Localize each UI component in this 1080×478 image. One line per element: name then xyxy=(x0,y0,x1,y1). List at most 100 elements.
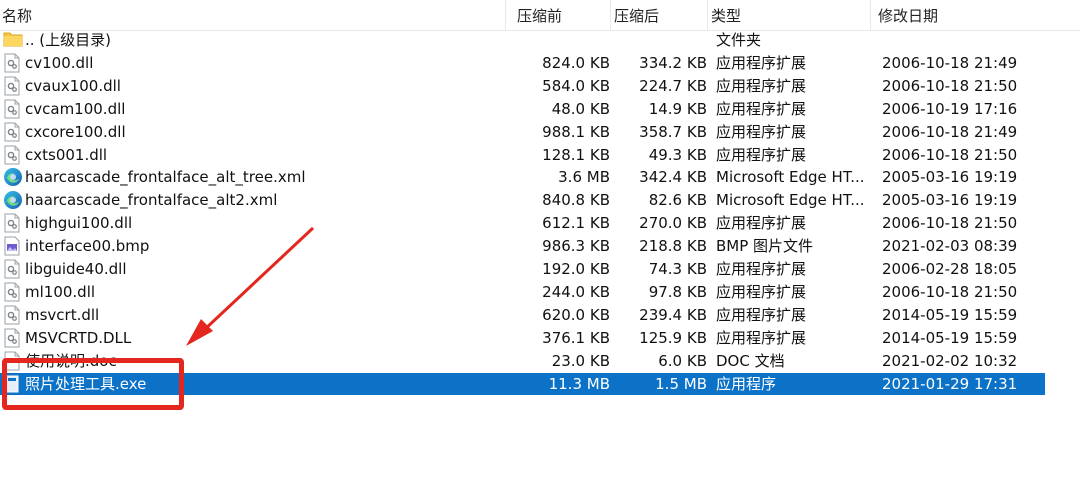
file-modified-date: 2021-02-02 10:32 xyxy=(882,351,1018,370)
column-header-zipped[interactable]: 压缩后 xyxy=(614,5,659,26)
file-size-zipped: 6.0 KB xyxy=(658,351,707,370)
image-file-icon xyxy=(3,236,21,256)
file-size-compressed: 584.0 KB xyxy=(542,76,610,95)
file-row[interactable]: msvcrt.dll 620.0 KB 239.4 KB 应用程序扩展 2014-05-… xyxy=(0,304,1045,326)
file-type: 应用程序扩展 xyxy=(716,122,807,141)
file-type: 应用程序扩展 xyxy=(716,305,807,324)
file-name: cxts001.dll xyxy=(25,145,108,164)
file-row[interactable]: haarcascade_frontalface_alt2.xml 840.8 KB… xyxy=(0,189,1045,211)
file-row[interactable]: highgui100.dll 612.1 KB 270.0 KB 应用程序扩展 2006… xyxy=(0,212,1045,234)
file-modified-date: 2006-10-18 21:49 xyxy=(882,53,1018,72)
file-modified-date: 2006-10-18 21:49 xyxy=(882,122,1018,141)
dll-file-icon xyxy=(3,145,21,165)
file-type: Microsoft Edge HT... xyxy=(716,191,865,210)
folder-icon xyxy=(3,30,23,50)
column-header-compressed[interactable]: 压缩前 xyxy=(517,5,562,26)
file-row[interactable]: haarcascade_frontalface_alt_tree.xml 3.6 … xyxy=(0,166,1045,188)
file-modified-date: 2021-01-29 17:31 xyxy=(882,374,1018,393)
file-name: .. (上级目录) xyxy=(25,31,112,49)
edge-icon xyxy=(3,167,22,187)
file-type: BMP 图片文件 xyxy=(716,237,814,256)
annotation-highlight-box xyxy=(2,358,184,410)
file-size-zipped: 14.9 KB xyxy=(648,99,707,118)
file-type: 应用程序扩展 xyxy=(716,328,807,347)
file-size-zipped: 224.7 KB xyxy=(639,76,707,95)
file-modified-date: 2005-03-16 19:19 xyxy=(882,168,1018,187)
file-modified-date: 2006-10-18 21:50 xyxy=(882,214,1018,233)
file-name: libguide40.dll xyxy=(25,260,127,278)
file-size-zipped: 218.8 KB xyxy=(639,237,707,256)
dll-file-icon xyxy=(3,76,21,96)
file-row[interactable]: cvaux100.dll 584.0 KB 224.7 KB 应用程序扩展 2006-1… xyxy=(0,75,1045,97)
file-modified-date: 2006-10-18 21:50 xyxy=(882,76,1018,95)
file-name: cvaux100.dll xyxy=(25,76,121,95)
file-row[interactable]: cxts001.dll 128.1 KB 49.3 KB 应用程序扩展 2006-10-… xyxy=(0,144,1045,166)
column-header-name[interactable]: 名称 xyxy=(2,5,32,26)
file-row[interactable]: cxcore100.dll 988.1 KB 358.7 KB 应用程序扩展 2006-… xyxy=(0,121,1045,143)
file-size-zipped: 334.2 KB xyxy=(639,53,707,72)
file-name: ml100.dll xyxy=(25,282,96,301)
file-row[interactable]: cv100.dll 824.0 KB 334.2 KB 应用程序扩展 2006-10-1… xyxy=(0,52,1045,74)
file-type: 应用程序扩展 xyxy=(716,282,807,301)
file-row[interactable]: ml100.dll 244.0 KB 97.8 KB 应用程序扩展 2006-10-18… xyxy=(0,281,1045,303)
file-size-compressed: 23.0 KB xyxy=(551,351,610,370)
dll-file-icon xyxy=(3,328,21,348)
file-size-zipped: 125.9 KB xyxy=(639,328,707,347)
column-header-modified[interactable]: 修改日期 xyxy=(878,5,938,26)
column-divider[interactable] xyxy=(870,0,871,30)
file-name: cv100.dll xyxy=(25,53,94,72)
file-type: 应用程序扩展 xyxy=(716,99,807,118)
file-name: cxcore100.dll xyxy=(25,122,126,141)
file-type: 应用程序 xyxy=(716,374,777,393)
file-type: 应用程序扩展 xyxy=(716,76,807,95)
column-divider[interactable] xyxy=(505,0,506,30)
file-name: highgui100.dll xyxy=(25,214,133,233)
file-modified-date: 2014-05-19 15:59 xyxy=(882,305,1018,324)
file-size-compressed: 3.6 MB xyxy=(558,168,610,187)
file-size-zipped: 270.0 KB xyxy=(639,214,707,233)
file-row[interactable]: interface00.bmp 986.3 KB 218.8 KB BMP 图片文件 2… xyxy=(0,235,1045,257)
file-size-compressed: 612.1 KB xyxy=(542,214,610,233)
dll-file-icon xyxy=(3,122,21,142)
file-size-compressed: 620.0 KB xyxy=(542,305,610,324)
file-type: Microsoft Edge HT... xyxy=(716,168,865,187)
file-name: msvcrt.dll xyxy=(25,305,100,324)
column-divider[interactable] xyxy=(707,0,708,30)
file-size-compressed: 11.3 MB xyxy=(548,374,610,393)
dll-file-icon xyxy=(3,213,21,233)
file-row[interactable]: .. (上级目录) 文件夹 xyxy=(0,29,1045,51)
dll-file-icon xyxy=(3,282,21,302)
column-divider[interactable] xyxy=(610,0,611,30)
file-name: haarcascade_frontalface_alt2.xml xyxy=(25,191,278,210)
file-type: 应用程序扩展 xyxy=(716,145,807,164)
column-header-bar: 名称 压缩前 压缩后 类型 修改日期 xyxy=(0,0,1080,31)
file-size-compressed: 986.3 KB xyxy=(542,237,610,256)
file-size-compressed: 840.8 KB xyxy=(542,191,610,210)
file-size-zipped: 97.8 KB xyxy=(648,282,707,301)
file-size-zipped: 239.4 KB xyxy=(639,305,707,324)
file-size-zipped: 49.3 KB xyxy=(648,145,707,164)
file-modified-date: 2006-10-19 17:16 xyxy=(882,99,1018,118)
file-type: 应用程序扩展 xyxy=(716,214,807,233)
file-row[interactable]: MSVCRTD.DLL 376.1 KB 125.9 KB 应用程序扩展 2014-05… xyxy=(0,327,1045,349)
file-size-zipped: 342.4 KB xyxy=(639,168,707,187)
file-size-zipped: 82.6 KB xyxy=(648,191,707,210)
file-type: 应用程序扩展 xyxy=(716,53,807,72)
file-size-zipped: 74.3 KB xyxy=(648,260,707,278)
file-row[interactable]: cvcam100.dll 48.0 KB 14.9 KB 应用程序扩展 2006-10-… xyxy=(0,98,1045,120)
file-type: DOC 文档 xyxy=(716,351,785,370)
file-name: cvcam100.dll xyxy=(25,99,126,118)
dll-file-icon xyxy=(3,259,21,279)
file-size-compressed: 824.0 KB xyxy=(542,53,610,72)
column-header-type[interactable]: 类型 xyxy=(711,5,741,26)
dll-file-icon xyxy=(3,53,21,73)
edge-icon xyxy=(3,190,22,210)
file-modified-date: 2005-03-16 19:19 xyxy=(882,191,1018,210)
file-name: haarcascade_frontalface_alt_tree.xml xyxy=(25,168,306,187)
file-size-compressed: 244.0 KB xyxy=(542,282,610,301)
dll-file-icon xyxy=(3,305,21,325)
file-size-compressed: 48.0 KB xyxy=(551,99,610,118)
file-type: 应用程序扩展 xyxy=(716,260,807,278)
file-row[interactable]: libguide40.dll 192.0 KB 74.3 KB 应用程序扩展 2006-… xyxy=(0,258,1045,280)
file-size-compressed: 128.1 KB xyxy=(542,145,610,164)
